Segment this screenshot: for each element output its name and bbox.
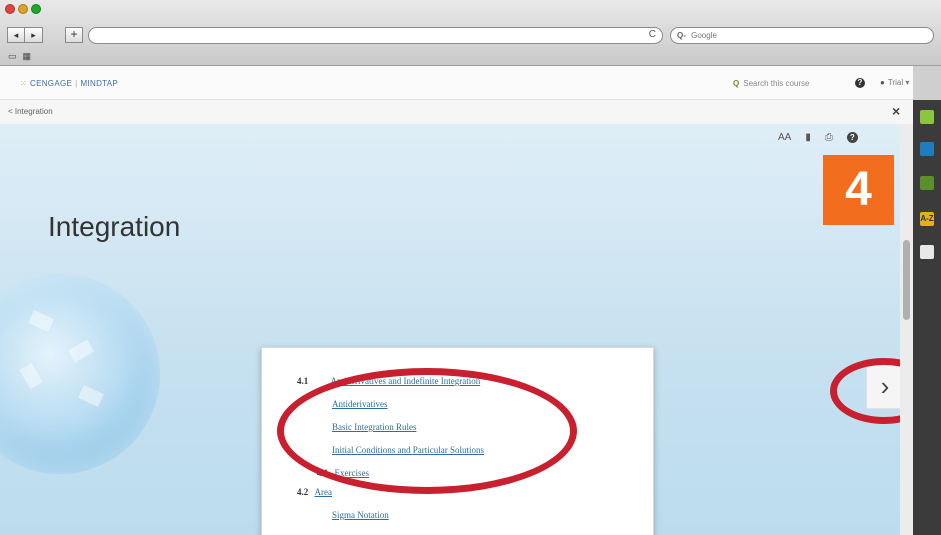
maximize-window-button[interactable]: [31, 4, 41, 14]
help-icon[interactable]: ?: [855, 78, 865, 88]
top-sites-icon[interactable]: ▦: [23, 51, 32, 62]
reload-icon[interactable]: C: [649, 29, 656, 40]
reader-content: AA ▮ ⎙ ? 4 Integration 4.1 Antiderivativ…: [0, 124, 913, 535]
brand-logo[interactable]: ⁙ CENGAGE | MINDTAP: [20, 79, 118, 88]
minimize-window-button[interactable]: [18, 4, 28, 14]
book-icon[interactable]: [920, 142, 934, 156]
bookmark-icon[interactable]: ▮: [805, 132, 811, 143]
add-bookmark-button[interactable]: +: [65, 27, 83, 43]
content-scrollbar[interactable]: [900, 124, 913, 535]
chapter-number-badge: 4: [823, 155, 894, 225]
close-reader-button[interactable]: ×: [892, 103, 900, 119]
forward-button[interactable]: ▸: [25, 27, 43, 43]
toc-link[interactable]: Area: [315, 487, 333, 497]
page-title: Integration: [48, 211, 181, 242]
cengage-logo-icon: ⁙: [20, 79, 28, 88]
help-icon[interactable]: ?: [846, 132, 858, 143]
text-size-icon[interactable]: AA: [778, 132, 791, 143]
breadcrumb[interactable]: < Integration: [8, 107, 53, 116]
reader-toolbar: AA ▮ ⎙ ?: [778, 132, 858, 143]
address-bar[interactable]: C: [88, 27, 663, 44]
browser-chrome: ◂ ▸ + C Q- Google ▭ ▦: [0, 0, 941, 66]
share-icon[interactable]: [920, 176, 934, 190]
user-icon: ●: [880, 78, 885, 87]
reading-list-icon[interactable]: ▭: [8, 51, 17, 62]
print-icon[interactable]: ⎙: [825, 132, 833, 143]
toc-link[interactable]: Sigma Notation: [332, 510, 389, 520]
history-buttons: ◂ ▸: [7, 27, 43, 43]
pencil-icon[interactable]: [920, 110, 934, 124]
toc-item: Sigma Notation: [332, 510, 389, 520]
magnifier-icon: Q: [733, 79, 740, 88]
notes-icon[interactable]: [920, 245, 934, 259]
app-header: ⁙ CENGAGE | MINDTAP Q Search this course ? ●…: [0, 66, 913, 100]
annotation-circle-toc: [277, 368, 577, 494]
scrollbar-thumb[interactable]: [903, 240, 910, 320]
search-icon: Q-: [677, 31, 686, 40]
toc-item: 4.2 Area: [297, 487, 332, 497]
browser-search-field[interactable]: Q- Google: [670, 27, 934, 44]
decorative-sphere-image: [0, 274, 160, 474]
window-controls: [5, 4, 41, 14]
bookmarks-bar: ▭ ▦: [8, 51, 31, 62]
app-dock: A-Z: [913, 100, 941, 535]
glossary-icon[interactable]: A-Z: [920, 212, 934, 226]
close-window-button[interactable]: [5, 4, 15, 14]
back-button[interactable]: ◂: [7, 27, 25, 43]
course-search[interactable]: Q Search this course: [733, 79, 810, 88]
search-placeholder: Google: [691, 31, 717, 40]
user-menu[interactable]: ● Trial ▾: [880, 78, 909, 87]
breadcrumb-bar: < Integration ×: [0, 100, 913, 124]
